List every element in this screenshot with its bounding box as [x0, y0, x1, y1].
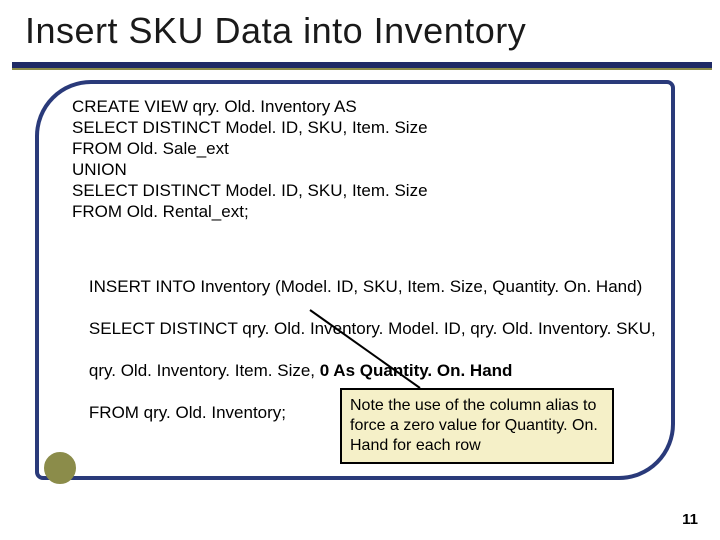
sql-line-2: SELECT DISTINCT qry. Old. Inventory. Mod…: [89, 319, 656, 338]
annotation-note: Note the use of the column alias to forc…: [340, 388, 614, 464]
slide-title: Insert SKU Data into Inventory: [25, 10, 526, 52]
sql-line-3-bold: 0 As Quantity. On. Hand: [320, 361, 513, 380]
title-underline-olive: [12, 68, 712, 70]
slide: Insert SKU Data into Inventory CREATE VI…: [0, 0, 720, 540]
sql-create-view: CREATE VIEW qry. Old. Inventory AS SELEC…: [72, 96, 428, 222]
accent-circle: [44, 452, 76, 484]
sql-line-4: FROM qry. Old. Inventory;: [89, 403, 286, 422]
sql-line-1: INSERT INTO Inventory (Model. ID, SKU, I…: [89, 277, 642, 296]
page-number: 11: [682, 511, 698, 528]
sql-line-3-prefix: qry. Old. Inventory. Item. Size,: [89, 361, 320, 380]
